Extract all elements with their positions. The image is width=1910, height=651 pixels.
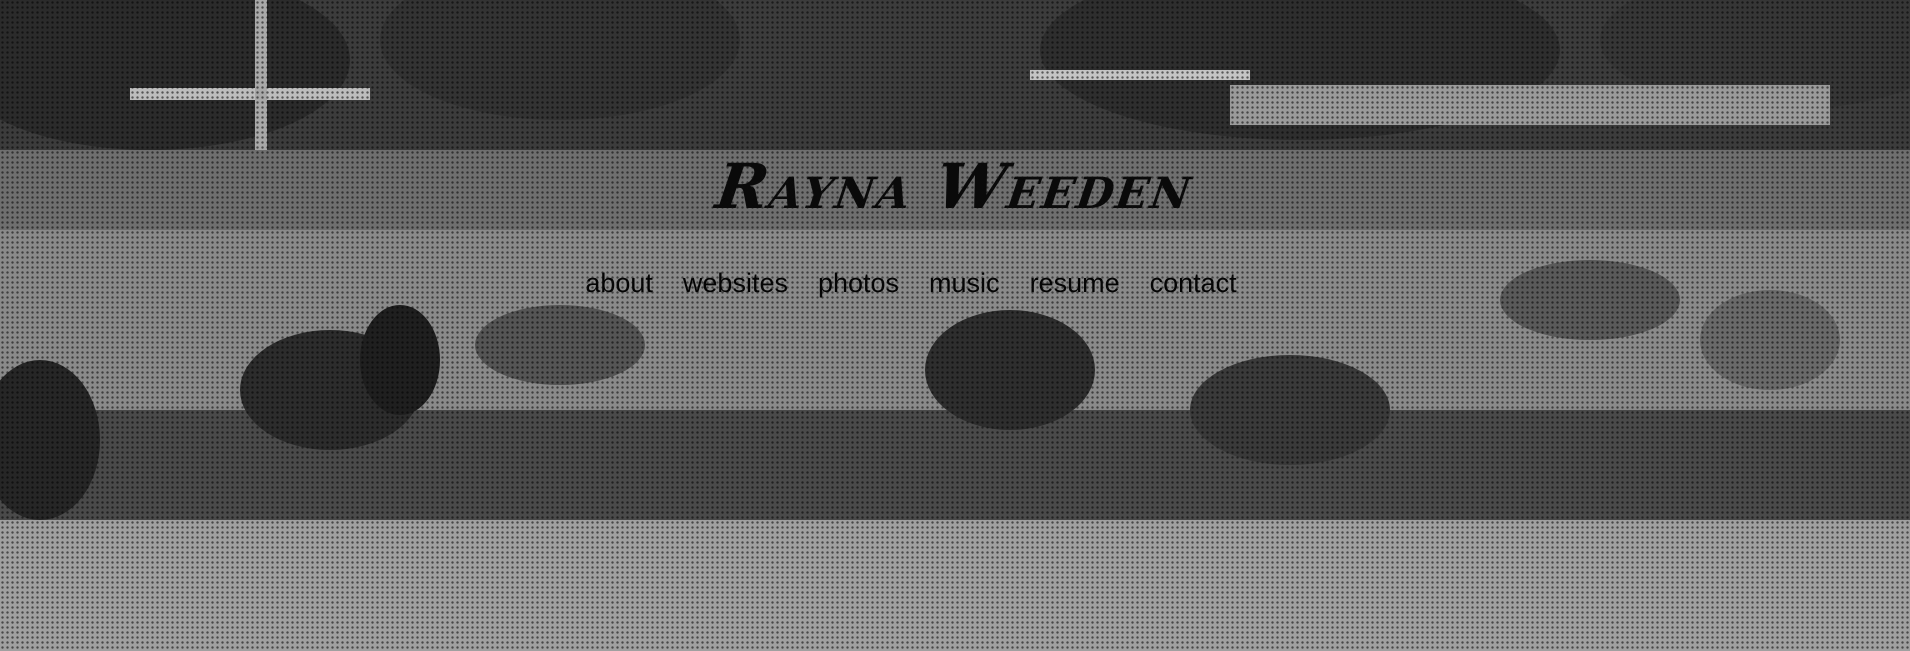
nav-music[interactable]: music xyxy=(929,268,1000,299)
nav-resume[interactable]: resume xyxy=(1030,268,1120,299)
hero-banner: Rayna Weeden about websites photos music… xyxy=(0,0,1910,651)
nav-about[interactable]: about xyxy=(585,268,653,299)
site-title: Rayna Weeden xyxy=(711,150,1199,223)
nav-contact[interactable]: contact xyxy=(1150,268,1237,299)
nav-websites[interactable]: websites xyxy=(683,268,788,299)
geese-background-photo xyxy=(0,0,1910,651)
nav-photos[interactable]: photos xyxy=(818,268,899,299)
main-nav: about websites photos music resume conta… xyxy=(0,268,1866,299)
